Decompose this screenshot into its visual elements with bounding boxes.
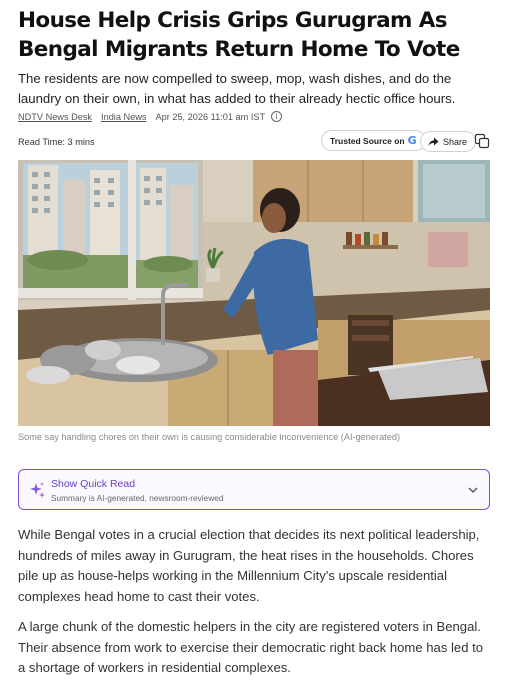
- trusted-source-button[interactable]: Trusted Source on G: [321, 130, 426, 151]
- trusted-source-label: Trusted Source on: [330, 135, 405, 146]
- author-link[interactable]: NDTV News Desk: [18, 112, 92, 122]
- read-time: Read Time: 3 mins: [18, 137, 95, 147]
- copy-link-button[interactable]: [474, 133, 490, 149]
- quick-read-toggle[interactable]: Show Quick Read Summary is AI-generated,…: [18, 469, 490, 510]
- article-standfirst: The residents are now compelled to sweep…: [18, 71, 456, 106]
- share-label: Share: [443, 136, 468, 147]
- publish-date: Apr 25, 2026 11:01 am IST: [155, 111, 266, 122]
- info-icon[interactable]: i: [271, 111, 283, 122]
- byline: NDTV News Desk India News Apr 25, 2026 1…: [18, 111, 283, 122]
- share-button[interactable]: Share: [420, 131, 477, 152]
- chevron-down-icon: [468, 487, 478, 494]
- article-headline: House Help Crisis Grips Gurugram As Beng…: [18, 8, 460, 62]
- body-paragraph-2: A large chunk of the domestic helpers in…: [18, 619, 484, 675]
- copy-link-icon: [474, 133, 490, 149]
- quick-read-title: Show Quick Read: [51, 478, 136, 490]
- article-image: [18, 160, 490, 426]
- category-link[interactable]: India News: [101, 112, 146, 122]
- body-paragraph-1: While Bengal votes in a crucial election…: [18, 527, 480, 604]
- share-arrow-icon: [428, 137, 439, 146]
- quick-read-subtitle: Summary is AI-generated, newsroom-review…: [51, 493, 224, 503]
- sparkle-icon: [30, 482, 45, 498]
- image-caption: Some say handling chores on their own is…: [18, 432, 401, 442]
- google-g-icon: G: [407, 134, 417, 147]
